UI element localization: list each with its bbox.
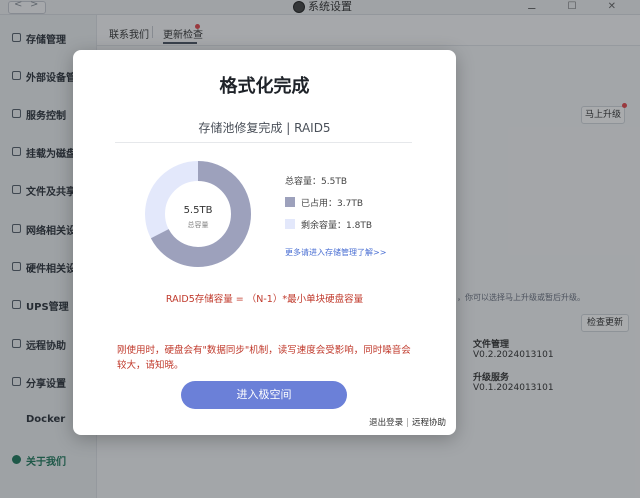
sync-warning: 刚使用时，硬盘会有"数据同步"机制，读写速度会受影响，同时噪音会较大，请知晓。	[117, 345, 411, 371]
total-capacity: 总容量：5.5TB	[285, 177, 348, 187]
storage-management-link[interactable]: 更多请进入存储管理了解>>	[285, 247, 386, 258]
dialog-footer: 退出登录 | 远程协助	[369, 418, 446, 428]
enter-space-button[interactable]: 进入极空间	[181, 381, 347, 409]
dialog-subtitle: 存储池修复完成 | RAID5	[198, 121, 331, 135]
free-capacity: 剩余容量：1.8TB	[301, 221, 373, 231]
used-swatch	[285, 197, 295, 207]
used-capacity: 已占用：3.7TB	[301, 199, 364, 209]
logout-link[interactable]: 退出登录	[369, 418, 403, 428]
remote-assist-link[interactable]: 远程协助	[412, 418, 446, 428]
capacity-donut-chart: 5.5TB 总容量	[145, 161, 251, 267]
raid-formula: RAID5存储容量 = （N-1）*最小单块硬盘容量	[165, 294, 364, 305]
dialog-title: 格式化完成	[219, 76, 310, 97]
donut-total-label: 5.5TB	[184, 205, 213, 216]
divider	[115, 142, 412, 143]
format-complete-dialog: 格式化完成 存储池修复完成 | RAID5 5.5TB 总容量 总容量：5.5T…	[73, 50, 456, 435]
donut-caption: 总容量	[188, 220, 209, 229]
free-swatch	[285, 219, 295, 229]
